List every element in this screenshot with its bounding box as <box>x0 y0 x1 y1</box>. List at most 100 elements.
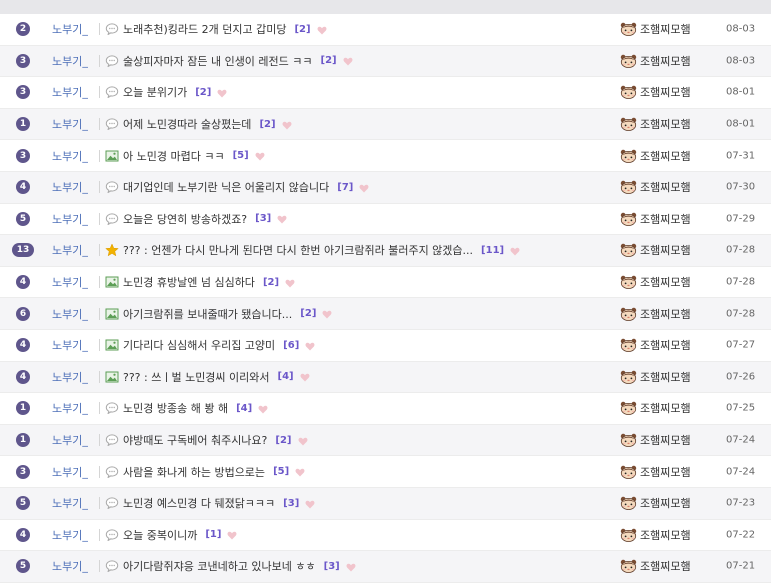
author[interactable]: 조햄찌모햄 <box>620 84 691 100</box>
post-title-link[interactable]: 노민경 방종송 해 봥 해 [4] <box>123 400 268 416</box>
author[interactable]: 조햄찌모햄 <box>620 558 691 574</box>
comment-count[interactable]: [2] <box>259 119 275 130</box>
comment-count[interactable]: [7] <box>337 182 353 193</box>
author-name[interactable]: 조햄찌모햄 <box>640 211 691 227</box>
author-name[interactable]: 조햄찌모햄 <box>640 432 691 448</box>
post-title[interactable]: 오늘은 당연히 방송하겠죠? <box>123 211 247 227</box>
category-link[interactable]: 노부기_ <box>52 527 88 543</box>
author[interactable]: 조햄찌모햄 <box>620 21 691 37</box>
post-row[interactable]: 5 노부기_ 아기다람쥐쟈응 코낸네하고 있나보네 ㅎㅎ [3] 조햄찌모햄 07-21 <box>0 551 771 583</box>
author[interactable]: 조햄찌모햄 <box>620 337 691 353</box>
category-link[interactable]: 노부기_ <box>52 211 88 227</box>
author[interactable]: 조햄찌모햄 <box>620 242 691 258</box>
post-title-link[interactable]: 기다리다 심심해서 우리집 고양미 [6] <box>123 337 315 353</box>
author[interactable]: 조햄찌모햄 <box>620 527 691 543</box>
author-name[interactable]: 조햄찌모햄 <box>640 558 691 574</box>
post-title-link[interactable]: 술상피자마자 잠든 내 인생이 레전드 ㅋㅋ [2] <box>123 53 353 69</box>
post-title-link[interactable]: 노래추천)킹라드 2개 던지고 갑미당 [2] <box>123 21 327 37</box>
post-row[interactable]: 4 노부기_ ??? : 쓰ㅣ벌 노민경씨 이리와서 [4] 조햄찌모햄 07-26 <box>0 361 771 394</box>
category-link[interactable]: 노부기_ <box>52 53 88 69</box>
category-link[interactable]: 노부기_ <box>52 432 88 448</box>
post-row[interactable]: 3 노부기_ 아 노민경 마렵다 ㅋㅋ [5] 조햄찌모햄 07-31 <box>0 140 771 172</box>
comment-count[interactable]: [6] <box>283 340 299 351</box>
post-title-link[interactable]: 어제 노민경따라 술상폈는데 [2] <box>123 116 292 132</box>
author[interactable]: 조햄찌모햄 <box>620 495 691 511</box>
post-title-link[interactable]: 아기다람쥐쟈응 코낸네하고 있나보네 ㅎㅎ [3] <box>123 558 356 574</box>
author-name[interactable]: 조햄찌모햄 <box>640 179 691 195</box>
comment-count[interactable]: [2] <box>195 87 211 98</box>
author-name[interactable]: 조햄찌모햄 <box>640 337 691 353</box>
author-name[interactable]: 조햄찌모햄 <box>640 274 691 290</box>
comment-count[interactable]: [2] <box>300 308 316 319</box>
category-link[interactable]: 노부기_ <box>52 84 88 100</box>
comment-count[interactable]: [3] <box>283 498 299 509</box>
author[interactable]: 조햄찌모햄 <box>620 432 691 448</box>
comment-count[interactable]: [2] <box>275 435 291 446</box>
post-title[interactable]: 노민경 휴방날엔 넘 심심하다 <box>123 274 255 290</box>
post-title-link[interactable]: 오늘 중복이니까 [1] <box>123 527 237 543</box>
post-title[interactable]: 야방때도 구독베어 춰주시나요? <box>123 432 267 448</box>
post-title-link[interactable]: 오늘 분위기가 [2] <box>123 84 227 100</box>
category-link[interactable]: 노부기_ <box>52 21 88 37</box>
post-title-link[interactable]: 사람을 화나게 하는 방법으로는 [5] <box>123 464 305 480</box>
author[interactable]: 조햄찌모햄 <box>620 306 691 322</box>
comment-count[interactable]: [11] <box>481 245 504 256</box>
post-title[interactable]: 기다리다 심심해서 우리집 고양미 <box>123 337 275 353</box>
author[interactable]: 조햄찌모햄 <box>620 464 691 480</box>
author[interactable]: 조햄찌모햄 <box>620 211 691 227</box>
author-name[interactable]: 조햄찌모햄 <box>640 495 691 511</box>
author[interactable]: 조햄찌모햄 <box>620 116 691 132</box>
post-row[interactable]: 5 노부기_ 오늘은 당연히 방송하겠죠? [3] 조햄찌모햄 07-29 <box>0 204 771 236</box>
post-title[interactable]: 노래추천)킹라드 2개 던지고 갑미당 <box>123 21 286 37</box>
post-title-link[interactable]: 대기업인데 노부기란 닉은 어울리지 않습니다 [7] <box>123 179 369 195</box>
category-link[interactable]: 노부기_ <box>52 242 88 258</box>
post-title[interactable]: 아기다람쥐쟈응 코낸네하고 있나보네 ㅎㅎ <box>123 558 316 574</box>
comment-count[interactable]: [4] <box>236 403 252 414</box>
comment-count[interactable]: [2] <box>294 24 310 35</box>
post-row[interactable]: 1 노부기_ 야방때도 구독베어 춰주시나요? [2] 조햄찌모햄 07-24 <box>0 424 771 457</box>
author-name[interactable]: 조햄찌모햄 <box>640 148 691 164</box>
author[interactable]: 조햄찌모햄 <box>620 369 691 385</box>
post-title-link[interactable]: 노민경 예스민경 다 뒈졌닭ㅋㅋㅋ [3] <box>123 495 315 511</box>
post-row[interactable]: 4 노부기_ 오늘 중복이니까 [1] 조햄찌모햄 07-22 <box>0 520 771 552</box>
post-row[interactable]: 6 노부기_ 아기크람쥐를 보내줄때가 됐습니다... [2] 조햄찌모햄 07-28 <box>0 298 771 330</box>
author-name[interactable]: 조햄찌모햄 <box>640 369 691 385</box>
post-title-link[interactable]: ??? : 언젠가 다시 만나게 된다면 다시 한번 아기크람쥐라 불러주지 않… <box>123 242 520 258</box>
category-link[interactable]: 노부기_ <box>52 148 88 164</box>
post-title[interactable]: 오늘 분위기가 <box>123 84 187 100</box>
post-row[interactable]: 3 노부기_ 사람을 화나게 하는 방법으로는 [5] 조햄찌모햄 07-24 <box>0 456 771 488</box>
category-link[interactable]: 노부기_ <box>52 464 88 480</box>
category-link[interactable]: 노부기_ <box>52 495 88 511</box>
post-row[interactable]: 4 노부기_ 대기업인데 노부기란 닉은 어울리지 않습니다 [7] 조햄찌모햄 07-3… <box>0 171 771 204</box>
author-name[interactable]: 조햄찌모햄 <box>640 400 691 416</box>
post-title-link[interactable]: 노민경 휴방날엔 넘 심심하다 [2] <box>123 274 295 290</box>
author-name[interactable]: 조햄찌모햄 <box>640 84 691 100</box>
post-title[interactable]: 술상피자마자 잠든 내 인생이 레전드 ㅋㅋ <box>123 53 313 69</box>
author-name[interactable]: 조햄찌모햄 <box>640 53 691 69</box>
post-row[interactable]: 3 노부기_ 술상피자마자 잠든 내 인생이 레전드 ㅋㅋ [2] 조햄찌모햄 08-03 <box>0 45 771 78</box>
category-link[interactable]: 노부기_ <box>52 337 88 353</box>
author[interactable]: 조햄찌모햄 <box>620 148 691 164</box>
post-title[interactable]: 노민경 방종송 해 봥 해 <box>123 400 228 416</box>
post-title[interactable]: 아 노민경 마렵다 ㅋㅋ <box>123 148 225 164</box>
post-row[interactable]: 4 노부기_ 노민경 휴방날엔 넘 심심하다 [2] 조햄찌모햄 07-28 <box>0 267 771 299</box>
post-title[interactable]: 노민경 예스민경 다 뒈졌닭ㅋㅋㅋ <box>123 495 275 511</box>
author[interactable]: 조햄찌모햄 <box>620 179 691 195</box>
category-link[interactable]: 노부기_ <box>52 369 88 385</box>
post-title[interactable]: 오늘 중복이니까 <box>123 527 197 543</box>
category-link[interactable]: 노부기_ <box>52 116 88 132</box>
comment-count[interactable]: [3] <box>324 561 340 572</box>
author-name[interactable]: 조햄찌모햄 <box>640 306 691 322</box>
category-link[interactable]: 노부기_ <box>52 400 88 416</box>
post-title[interactable]: ??? : 쓰ㅣ벌 노민경씨 이리와서 <box>123 369 270 385</box>
category-link[interactable]: 노부기_ <box>52 274 88 290</box>
post-row[interactable]: 2 노부기_ 노래추천)킹라드 2개 던지고 갑미당 [2] 조햄찌모햄 08-03 <box>0 14 771 46</box>
post-title[interactable]: 아기크람쥐를 보내줄때가 됐습니다... <box>123 306 292 322</box>
comment-count[interactable]: [4] <box>278 371 294 382</box>
post-title-link[interactable]: ??? : 쓰ㅣ벌 노민경씨 이리와서 [4] <box>123 369 310 385</box>
post-title[interactable]: 사람을 화나게 하는 방법으로는 <box>123 464 265 480</box>
post-title[interactable]: 대기업인데 노부기란 닉은 어울리지 않습니다 <box>123 179 329 195</box>
post-title[interactable]: 어제 노민경따라 술상폈는데 <box>123 116 251 132</box>
post-title[interactable]: ??? : 언젠가 다시 만나게 된다면 다시 한번 아기크람쥐라 불러주지 않… <box>123 242 473 258</box>
comment-count[interactable]: [2] <box>321 55 337 66</box>
